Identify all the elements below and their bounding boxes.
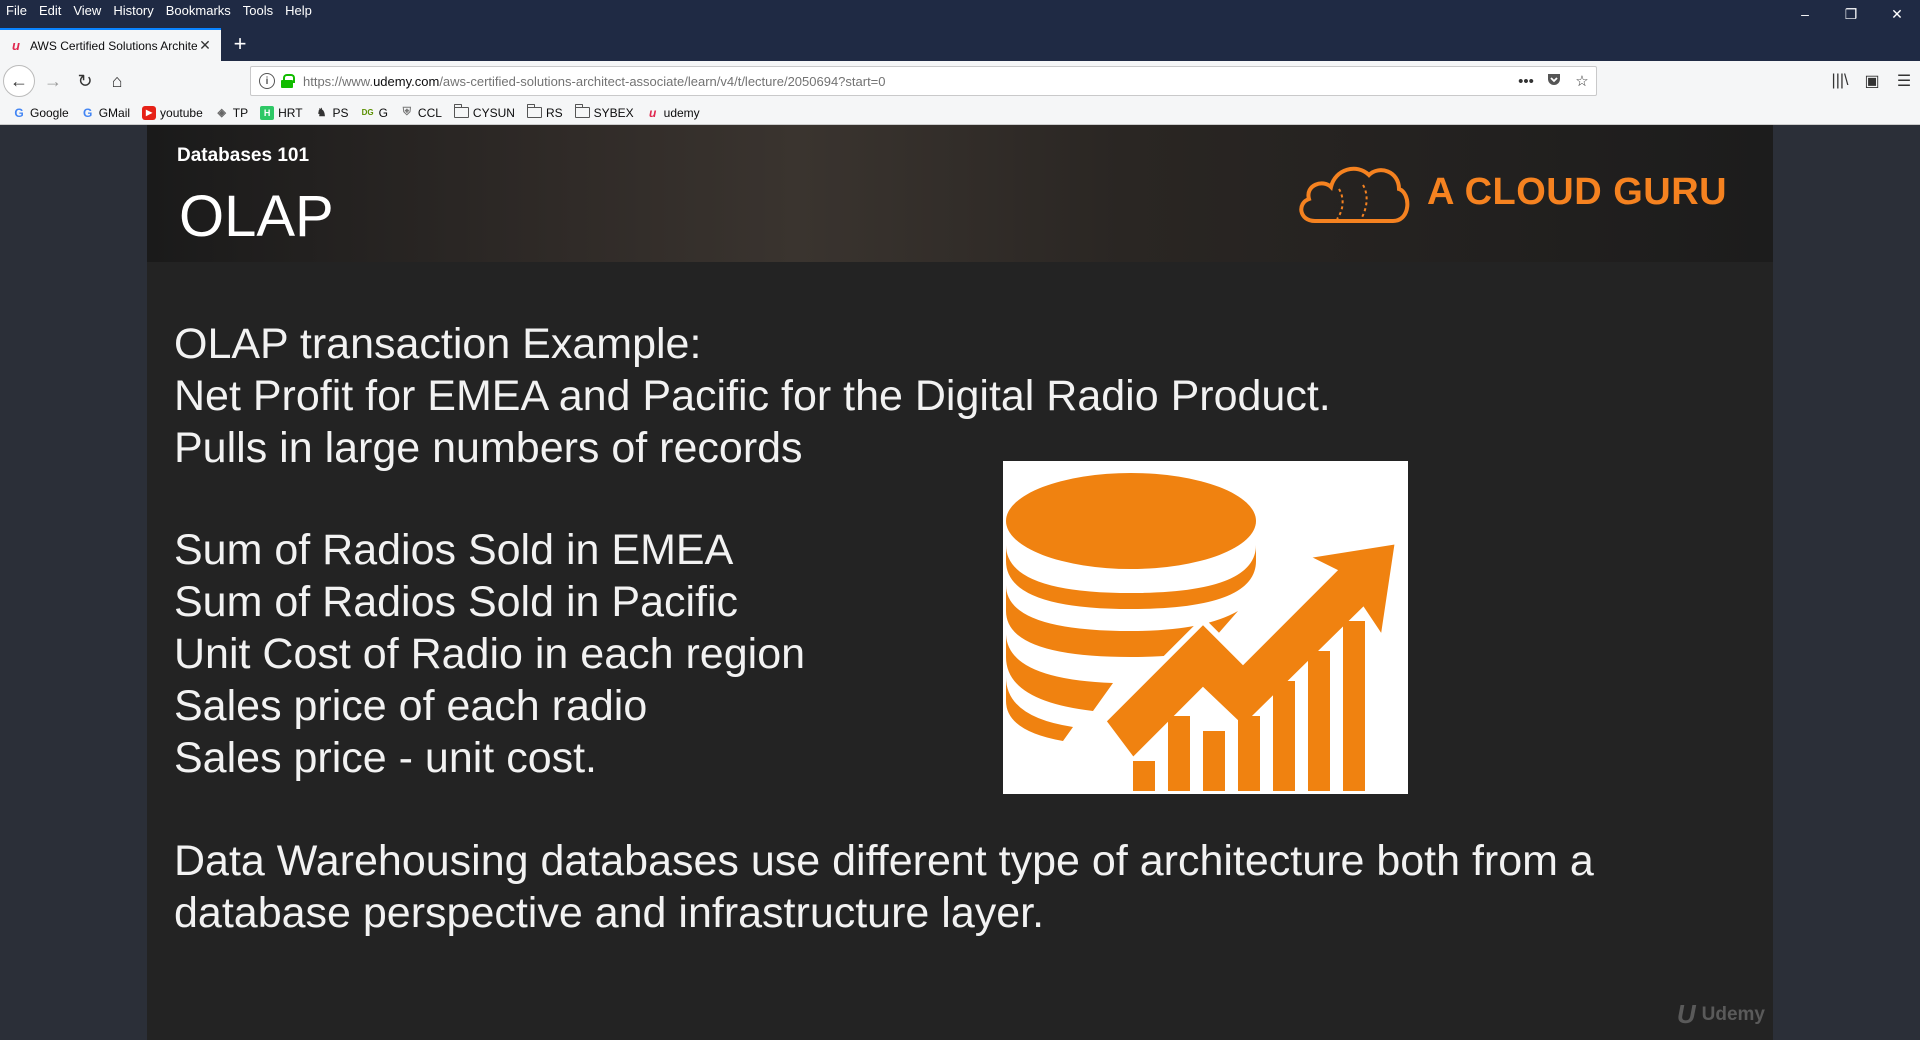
tp-icon: ◈ <box>217 107 226 119</box>
database-growth-illustration <box>1003 461 1408 794</box>
dg-icon: DG <box>361 108 374 117</box>
slide-subtitle: Databases 101 <box>177 145 310 166</box>
lecture-slide[interactable]: Databases 101 OLAP A CLOUD GURU OLAP tra… <box>147 125 1773 1040</box>
text-line: Net Profit for EMEA and Pacific for the … <box>174 372 1331 420</box>
menu-help[interactable]: Help <box>285 3 312 18</box>
bookmark-folder-rs[interactable]: RS <box>526 104 563 120</box>
menu-tools[interactable]: Tools <box>243 3 273 18</box>
database-chart-icon <box>1006 473 1402 791</box>
hamburger-menu-icon[interactable]: ☰ <box>1888 65 1920 97</box>
tab-close-icon[interactable]: ✕ <box>197 37 213 54</box>
text-line: Sales price of each radio <box>174 682 648 730</box>
info-icon[interactable]: i <box>259 73 275 89</box>
menu-edit[interactable]: Edit <box>39 3 61 18</box>
tab-title: AWS Certified Solutions Archite <box>30 38 197 53</box>
udemy-watermark: U Udemy <box>1676 999 1765 1029</box>
menu-file[interactable]: File <box>6 3 27 18</box>
text-line: OLAP transaction Example: <box>174 320 702 368</box>
restore-button[interactable]: ❐ <box>1828 0 1874 28</box>
youtube-icon: ▶ <box>142 105 157 120</box>
bookmark-folder-cysun[interactable]: CYSUN <box>453 104 515 120</box>
url-actions: ••• ☆ <box>1512 71 1596 91</box>
bookmark-star-icon[interactable]: ☆ <box>1568 72 1596 90</box>
browser-tab[interactable]: u AWS Certified Solutions Archite ✕ <box>0 28 221 61</box>
folder-icon <box>574 104 590 118</box>
minimize-button[interactable]: – <box>1782 0 1828 28</box>
text-line: Unit Cost of Radio in each region <box>174 630 806 678</box>
url-text[interactable]: https://www.udemy.com/aws-certified-solu… <box>303 74 1512 89</box>
udemy-logo-icon: U <box>1676 999 1696 1029</box>
folder-icon <box>526 104 542 118</box>
bookmark-youtube[interactable]: ▶ youtube <box>142 105 203 120</box>
pocket-icon[interactable] <box>1540 71 1568 91</box>
menu-bookmarks[interactable]: Bookmarks <box>166 3 231 18</box>
shield-icon: ⛨ <box>402 106 412 118</box>
folder-icon <box>453 104 469 118</box>
text-line: Sales price - unit cost. <box>174 734 598 782</box>
lock-icon <box>281 74 295 88</box>
slide-title: OLAP <box>179 184 334 249</box>
close-window-button[interactable]: ✕ <box>1874 0 1920 28</box>
text-block-example: OLAP transaction Example: Net Profit for… <box>174 318 1331 474</box>
bookmark-google[interactable]: G Google <box>12 105 68 120</box>
page-actions-icon[interactable]: ••• <box>1512 73 1540 90</box>
a-cloud-guru-logo: A CLOUD GURU <box>1295 159 1727 225</box>
cloud-logo-icon <box>1299 166 1410 223</box>
menu-view[interactable]: View <box>73 3 101 18</box>
text-line: Data Warehousing databases use different… <box>174 837 1594 885</box>
bookmark-ccl[interactable]: ⛨ CCL <box>400 106 442 120</box>
bookmark-folder-sybex[interactable]: SYBEX <box>574 104 634 120</box>
text-block-metrics: Sum of Radios Sold in EMEA Sum of Radios… <box>174 524 805 784</box>
bookmarks-bar: G Google G GMail ▶ youtube ◈ TP H HRT ♞ PS DG G… <box>0 101 1920 125</box>
title-bar: File Edit View History Bookmarks Tools H… <box>0 0 1920 61</box>
new-tab-button[interactable]: + <box>228 31 252 56</box>
window-controls: – ❐ ✕ <box>1782 0 1920 28</box>
bookmark-gmail[interactable]: G GMail <box>81 106 130 120</box>
bookmark-ps[interactable]: ♞ PS <box>315 106 349 120</box>
video-area: Databases 101 OLAP A CLOUD GURU OLAP tra… <box>0 125 1920 1040</box>
hackerrank-icon: H <box>260 105 275 120</box>
text-line: database perspective and infrastructure … <box>174 889 1045 937</box>
back-button[interactable]: ← <box>3 65 35 97</box>
forward-button[interactable]: → <box>37 65 69 97</box>
text-line: Sum of Radios Sold in EMEA <box>174 526 734 574</box>
home-button[interactable]: ⌂ <box>101 65 133 97</box>
text-line: Sum of Radios Sold in Pacific <box>174 578 739 626</box>
toolbar-right: |||\ ▣ ☰ <box>1824 65 1920 97</box>
nav-toolbar: ← → ↻ ⌂ i https://www.udemy.com/aws-cert… <box>0 61 1920 101</box>
bookmark-udemy[interactable]: u udemy <box>646 106 700 120</box>
bookmark-tp[interactable]: ◈ TP <box>215 106 249 120</box>
bookmark-g[interactable]: DG G <box>361 106 388 120</box>
google-icon: G <box>14 105 24 120</box>
ps-icon: ♞ <box>316 107 327 119</box>
google-icon: G <box>83 105 93 120</box>
text-block-warehousing: Data Warehousing databases use different… <box>174 835 1594 939</box>
udemy-favicon-icon: u <box>12 38 20 53</box>
udemy-icon: u <box>648 105 657 120</box>
url-bar[interactable]: i https://www.udemy.com/aws-certified-so… <box>250 66 1597 96</box>
library-icon[interactable]: |||\ <box>1824 65 1856 97</box>
menu-bar: File Edit View History Bookmarks Tools H… <box>0 0 324 20</box>
bookmark-hrt[interactable]: H HRT <box>260 105 303 120</box>
brand-name: A CLOUD GURU <box>1427 170 1728 213</box>
sidebar-icon[interactable]: ▣ <box>1856 65 1888 97</box>
menu-history[interactable]: History <box>113 3 153 18</box>
reload-button[interactable]: ↻ <box>69 65 101 97</box>
slide-banner: Databases 101 OLAP A CLOUD GURU <box>147 125 1773 262</box>
